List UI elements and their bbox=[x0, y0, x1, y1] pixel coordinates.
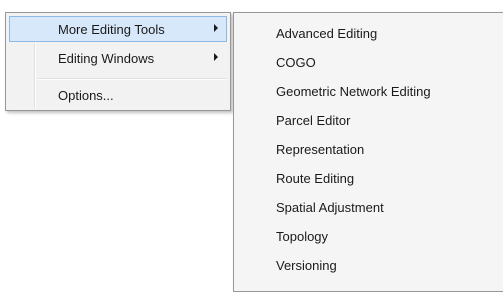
submenu-item-spatial-adjustment[interactable]: Spatial Adjustment bbox=[276, 200, 384, 215]
more-editing-tools-submenu: Advanced Editing COGO Geometric Network … bbox=[233, 12, 503, 292]
submenu-arrow-icon bbox=[214, 24, 218, 32]
submenu-item-parcel-editor[interactable]: Parcel Editor bbox=[276, 113, 350, 128]
menu-item-label: Editing Windows bbox=[58, 51, 155, 66]
submenu-item-cogo[interactable]: COGO bbox=[276, 55, 316, 70]
menu-item-editing-windows[interactable]: Editing Windows bbox=[9, 45, 227, 71]
menu-item-label: More Editing Tools bbox=[58, 22, 165, 37]
submenu-item-topology[interactable]: Topology bbox=[276, 229, 328, 244]
submenu-item-advanced-editing[interactable]: Advanced Editing bbox=[276, 26, 377, 41]
submenu-item-route-editing[interactable]: Route Editing bbox=[276, 171, 354, 186]
menu-item-label: Options... bbox=[58, 88, 114, 103]
menu-separator bbox=[38, 78, 226, 80]
editor-context-menu: More Editing Tools Editing Windows Optio… bbox=[5, 12, 231, 111]
menu-item-more-editing-tools[interactable]: More Editing Tools bbox=[9, 16, 227, 42]
submenu-item-representation[interactable]: Representation bbox=[276, 142, 364, 157]
submenu-arrow-icon bbox=[214, 53, 218, 61]
menu-item-options[interactable]: Options... bbox=[9, 82, 227, 108]
submenu-item-geometric-network-editing[interactable]: Geometric Network Editing bbox=[276, 84, 431, 99]
submenu-item-versioning[interactable]: Versioning bbox=[276, 258, 337, 273]
